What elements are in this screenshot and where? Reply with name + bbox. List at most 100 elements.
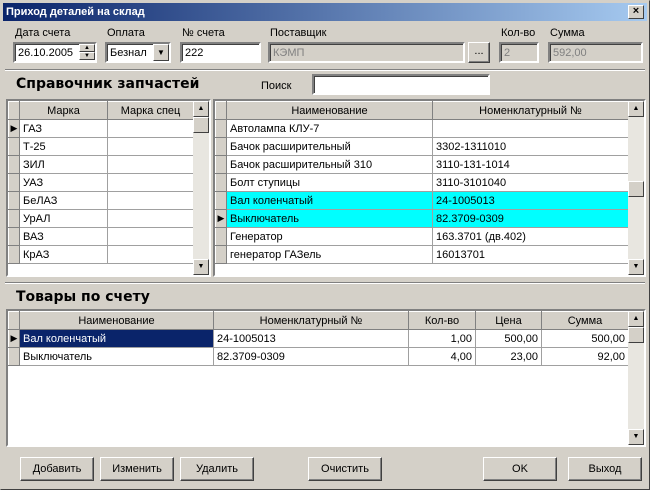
sum-field[interactable]: 592,00 xyxy=(548,42,643,63)
brand-cell[interactable]: ВАЗ xyxy=(19,227,108,246)
brand-spec-cell[interactable] xyxy=(107,137,194,156)
goods-name-cell[interactable]: Вал коленчатый xyxy=(19,329,214,348)
ok-button[interactable]: OK xyxy=(483,457,557,481)
add-button[interactable]: Добавить xyxy=(20,457,94,481)
table-row[interactable]: КрАЗ xyxy=(8,245,194,264)
scroll-up-icon[interactable]: ▲ xyxy=(193,101,209,117)
part-name-cell[interactable]: Выключатель xyxy=(226,209,433,228)
table-row[interactable]: Вал коленчатый 24-1005013 xyxy=(215,191,629,210)
col-goods-sum[interactable]: Сумма xyxy=(541,311,629,330)
goods-scrollbar[interactable]: ▲ ▼ xyxy=(628,311,644,445)
edit-button[interactable]: Изменить xyxy=(100,457,174,481)
scroll-thumb[interactable] xyxy=(193,117,209,133)
brand-cell[interactable]: Т-25 xyxy=(19,137,108,156)
part-name-cell[interactable]: Генератор xyxy=(226,227,433,246)
scroll-down-icon[interactable]: ▼ xyxy=(193,259,209,275)
clear-button[interactable]: Очистить xyxy=(308,457,382,481)
brand-cell[interactable]: ЗИЛ xyxy=(19,155,108,174)
table-row[interactable]: Болт ступицы 3110-3101040 xyxy=(215,173,629,192)
brand-spec-cell[interactable] xyxy=(107,155,194,174)
invoice-number-field[interactable]: 222 xyxy=(180,42,261,63)
goods-number-cell[interactable]: 82.3709-0309 xyxy=(213,347,409,366)
qty-field[interactable]: 2 xyxy=(499,42,539,63)
parts-scrollbar[interactable]: ▲ ▼ xyxy=(628,101,644,275)
table-row[interactable]: БеЛАЗ xyxy=(8,191,194,210)
goods-sum-cell[interactable]: 500,00 xyxy=(541,329,629,348)
table-row[interactable]: ▶ ГАЗ xyxy=(8,119,194,138)
table-row[interactable]: Генератор 163.3701 (дв.402) xyxy=(215,227,629,246)
col-goods-number[interactable]: Номенклатурный № xyxy=(213,311,409,330)
brands-grid[interactable]: Марка Марка спец ▶ ГАЗ Т-25 ЗИЛ УАЗ БеЛАЗ… xyxy=(6,99,211,277)
spin-down-icon[interactable]: ▼ xyxy=(79,52,95,60)
brand-spec-cell[interactable] xyxy=(107,245,194,264)
table-row[interactable]: Бачок расширительный 3302-1311010 xyxy=(215,137,629,156)
goods-qty-cell[interactable]: 1,00 xyxy=(408,329,476,348)
col-part-name[interactable]: Наименование xyxy=(226,101,433,120)
table-row[interactable]: Бачок расширительный 310 3110-131-1014 xyxy=(215,155,629,174)
part-number-cell[interactable]: 163.3701 (дв.402) xyxy=(432,227,629,246)
parts-grid[interactable]: Наименование Номенклатурный № Автолампа … xyxy=(213,99,646,277)
table-row[interactable]: ЗИЛ xyxy=(8,155,194,174)
table-row[interactable]: ▶ Выключатель 82.3709-0309 xyxy=(215,209,629,228)
part-number-cell[interactable]: 3302-1311010 xyxy=(432,137,629,156)
close-button[interactable]: × xyxy=(628,5,644,19)
scroll-thumb[interactable] xyxy=(628,181,644,197)
scroll-down-icon[interactable]: ▼ xyxy=(628,259,644,275)
part-name-cell[interactable]: генератор ГАЗель xyxy=(226,245,433,264)
table-row[interactable]: Автолампа КЛУ-7 xyxy=(215,119,629,138)
goods-grid[interactable]: Наименование Номенклатурный № Кол-во Цен… xyxy=(6,309,646,447)
part-number-cell[interactable] xyxy=(432,119,629,138)
search-input[interactable] xyxy=(312,74,490,95)
spin-up-icon[interactable]: ▲ xyxy=(79,44,95,52)
brand-cell[interactable]: УрАЛ xyxy=(19,209,108,228)
table-row[interactable]: ВАЗ xyxy=(8,227,194,246)
col-brand-spec[interactable]: Марка спец xyxy=(107,101,194,120)
col-part-number[interactable]: Номенклатурный № xyxy=(432,101,629,120)
supplier-field[interactable]: КЭМП xyxy=(268,42,465,63)
scroll-thumb[interactable] xyxy=(628,327,644,343)
scroll-up-icon[interactable]: ▲ xyxy=(628,101,644,117)
col-goods-price[interactable]: Цена xyxy=(475,311,542,330)
col-brand[interactable]: Марка xyxy=(19,101,108,120)
date-spinner[interactable]: ▲ ▼ xyxy=(79,44,95,61)
col-goods-qty[interactable]: Кол-во xyxy=(408,311,476,330)
part-name-cell[interactable]: Болт ступицы xyxy=(226,173,433,192)
part-number-cell[interactable]: 3110-131-1014 xyxy=(432,155,629,174)
delete-button[interactable]: Удалить xyxy=(180,457,254,481)
goods-number-cell[interactable]: 24-1005013 xyxy=(213,329,409,348)
brand-spec-cell[interactable] xyxy=(107,191,194,210)
brand-cell[interactable]: КрАЗ xyxy=(19,245,108,264)
table-row[interactable]: ▶ Вал коленчатый 24-1005013 1,00 500,00 … xyxy=(8,329,629,348)
part-number-cell[interactable]: 16013701 xyxy=(432,245,629,264)
table-row[interactable]: Выключатель 82.3709-0309 4,00 23,00 92,0… xyxy=(8,347,629,366)
part-name-cell[interactable]: Вал коленчатый xyxy=(226,191,433,210)
part-name-cell[interactable]: Автолампа КЛУ-7 xyxy=(226,119,433,138)
table-row[interactable]: УрАЛ xyxy=(8,209,194,228)
goods-sum-cell[interactable]: 92,00 xyxy=(541,347,629,366)
part-number-cell[interactable]: 24-1005013 xyxy=(432,191,629,210)
brand-cell[interactable]: УАЗ xyxy=(19,173,108,192)
goods-price-cell[interactable]: 23,00 xyxy=(475,347,542,366)
col-goods-name[interactable]: Наименование xyxy=(19,311,214,330)
goods-name-cell[interactable]: Выключатель xyxy=(19,347,214,366)
part-name-cell[interactable]: Бачок расширительный xyxy=(226,137,433,156)
brand-cell[interactable]: БеЛАЗ xyxy=(19,191,108,210)
scroll-up-icon[interactable]: ▲ xyxy=(628,311,644,327)
goods-qty-cell[interactable]: 4,00 xyxy=(408,347,476,366)
part-number-cell[interactable]: 82.3709-0309 xyxy=(432,209,629,228)
part-name-cell[interactable]: Бачок расширительный 310 xyxy=(226,155,433,174)
chevron-down-icon[interactable]: ▼ xyxy=(153,44,169,61)
table-row[interactable]: генератор ГАЗель 16013701 xyxy=(215,245,629,264)
brand-spec-cell[interactable] xyxy=(107,173,194,192)
brand-spec-cell[interactable] xyxy=(107,119,194,138)
scroll-down-icon[interactable]: ▼ xyxy=(628,429,644,445)
table-row[interactable]: Т-25 xyxy=(8,137,194,156)
exit-button[interactable]: Выход xyxy=(568,457,642,481)
table-row[interactable]: УАЗ xyxy=(8,173,194,192)
brand-cell[interactable]: ГАЗ xyxy=(19,119,108,138)
brand-spec-cell[interactable] xyxy=(107,227,194,246)
brand-spec-cell[interactable] xyxy=(107,209,194,228)
part-number-cell[interactable]: 3110-3101040 xyxy=(432,173,629,192)
brands-scrollbar[interactable]: ▲ ▼ xyxy=(193,101,209,275)
goods-price-cell[interactable]: 500,00 xyxy=(475,329,542,348)
